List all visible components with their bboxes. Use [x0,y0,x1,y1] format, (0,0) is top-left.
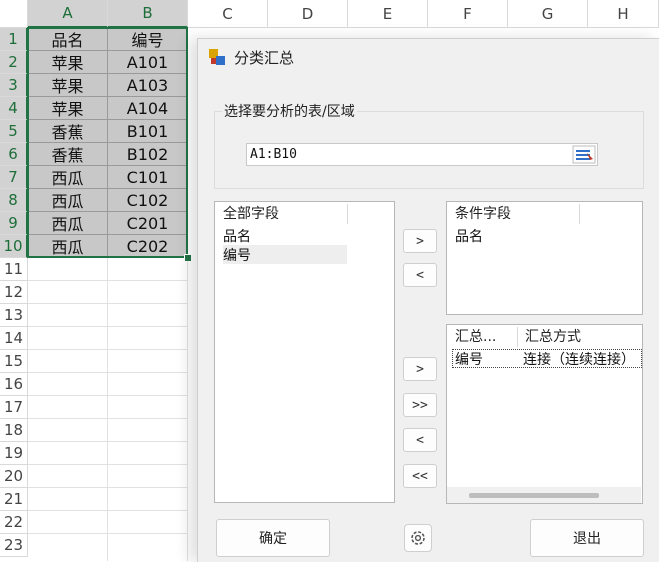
column-header-a[interactable]: A [28,0,108,28]
horizontal-scrollbar[interactable] [447,487,641,503]
row-header-10[interactable]: 10 [0,235,28,258]
add-all-summary-button[interactable]: >> [403,393,437,417]
grid-line [28,303,188,304]
selection-range [27,27,188,258]
range-input[interactable]: A1:B10 [246,143,598,166]
grid-line [28,441,188,442]
row-header-18[interactable]: 18 [0,419,28,442]
range-group-label: 选择要分析的表/区域 [222,101,357,121]
grid-line [28,326,188,327]
row-header-9[interactable]: 9 [0,212,28,235]
row-header-20[interactable]: 20 [0,465,28,488]
range-picker-icon[interactable] [572,145,596,164]
row-header-3[interactable]: 3 [0,74,28,97]
ok-button[interactable]: 确定 [216,519,330,557]
condition-fields-list[interactable]: 条件字段 品名 [446,201,643,315]
grid-line [28,349,188,350]
condition-fields-header-label: 条件字段 [455,206,511,222]
grid-line [28,280,188,281]
row-header-4[interactable]: 4 [0,97,28,120]
row-header-17[interactable]: 17 [0,396,28,419]
summary-header-method: 汇总方式 [525,329,581,345]
gear-icon [411,531,425,545]
dialog-titlebar[interactable]: 分类汇总 [198,39,659,75]
grid-line [28,510,188,511]
column-header-h[interactable]: H [588,0,659,28]
grid-line [28,464,188,465]
grid-line [28,487,188,488]
column-separator [517,327,518,347]
row-header-6[interactable]: 6 [0,143,28,166]
row-header-16[interactable]: 16 [0,373,28,396]
column-header-c[interactable]: C [188,0,268,28]
row-header-1[interactable]: 1 [0,28,28,51]
subtotal-dialog: 分类汇总 选择要分析的表/区域 A1:B10 全部字段 品名 编号 条件字段 品… [197,38,659,562]
row-header-23[interactable]: 23 [0,534,28,557]
column-header-d[interactable]: D [268,0,348,28]
grid-line [28,395,188,396]
exit-button[interactable]: 退出 [530,519,644,557]
summary-row-method: 连接（连续连接） [523,351,635,368]
scrollbar-thumb[interactable] [469,493,599,498]
all-fields-list[interactable]: 全部字段 品名 编号 [214,201,395,503]
add-condition-button[interactable]: > [403,229,437,253]
all-fields-header-label: 全部字段 [223,206,279,222]
column-separator [347,204,348,224]
row-header-2[interactable]: 2 [0,51,28,74]
list-item[interactable]: 编号 [223,245,347,264]
summary-fields-list[interactable]: 汇总... 汇总方式 编号 连接（连续连接） [446,324,643,504]
row-header-13[interactable]: 13 [0,304,28,327]
all-fields-header: 全部字段 [215,202,347,224]
column-header-f[interactable]: F [428,0,508,28]
grid-line [28,533,188,534]
row-header-15[interactable]: 15 [0,350,28,373]
fill-handle[interactable] [184,254,192,262]
column-header-b[interactable]: B [108,0,188,28]
remove-all-summary-button[interactable]: << [403,464,437,488]
summary-header: 汇总... 汇总方式 [447,325,644,347]
column-header-e[interactable]: E [348,0,428,28]
row-header-7[interactable]: 7 [0,166,28,189]
app-icon [209,49,225,65]
add-summary-button[interactable]: > [403,357,437,381]
grid-line [28,372,188,373]
summary-row[interactable]: 编号 连接（连续连接） [452,349,642,368]
grid-line [28,418,188,419]
row-header-8[interactable]: 8 [0,189,28,212]
row-header-21[interactable]: 21 [0,488,28,511]
remove-condition-button[interactable]: < [403,263,437,287]
condition-fields-header: 条件字段 [447,202,579,224]
list-item[interactable]: 品名 [223,226,347,245]
settings-button[interactable] [404,524,432,552]
row-header-22[interactable]: 22 [0,511,28,534]
row-header-11[interactable]: 11 [0,258,28,281]
summary-header-field: 汇总... [455,329,497,345]
row-header-19[interactable]: 19 [0,442,28,465]
column-separator [579,204,580,224]
column-header-g[interactable]: G [508,0,588,28]
list-item[interactable]: 品名 [455,226,483,245]
remove-summary-button[interactable]: < [403,428,437,452]
row-header-14[interactable]: 14 [0,327,28,350]
corner-select-all[interactable] [0,0,28,28]
dialog-title: 分类汇总 [234,48,295,67]
row-header-5[interactable]: 5 [0,120,28,143]
summary-row-field: 编号 [455,351,483,368]
row-header-12[interactable]: 12 [0,281,28,304]
